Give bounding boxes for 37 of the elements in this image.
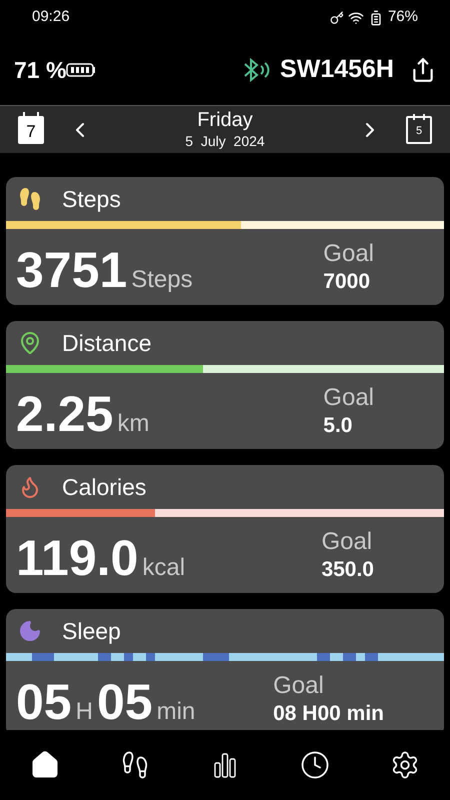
goal-label: Goal xyxy=(321,526,374,557)
goal-value: 7000 xyxy=(323,268,372,295)
today-calendar[interactable]: 5 xyxy=(406,116,432,144)
card-title: Sleep xyxy=(62,616,121,646)
bluetooth-connected-icon xyxy=(242,57,272,83)
day-name: Friday xyxy=(197,108,253,134)
goal-value: 08 H00 min xyxy=(273,700,384,727)
battery-icon xyxy=(66,63,96,77)
metric-unit: km xyxy=(117,412,150,436)
status-battery: 76% xyxy=(388,7,418,28)
watch-battery-level: 71 % xyxy=(14,56,66,85)
metric-value: 119.0 xyxy=(16,533,138,583)
metric-unit: kcal xyxy=(142,556,186,580)
goal-label: Goal xyxy=(323,238,374,269)
goal-label: Goal xyxy=(273,670,325,701)
card-title: Steps xyxy=(62,184,121,214)
goal-label: Goal xyxy=(323,382,374,413)
metric-card[interactable]: Distance 2.25 km Goal 5.0 xyxy=(6,321,444,449)
card-title: Calories xyxy=(62,472,146,502)
metric-unit: Steps xyxy=(131,268,193,292)
metric-card[interactable]: Sleep 05 H 05 min Goal 08 H00 min xyxy=(6,609,444,730)
goal-value: 5.0 xyxy=(323,412,354,439)
metric-unit: H xyxy=(76,700,93,724)
metric-card[interactable]: Steps 3751 Steps Goal 7000 xyxy=(6,177,444,305)
date-text: 5 July 2024 xyxy=(185,133,265,151)
metric-card[interactable]: Calories 119.0 kcal Goal 350.0 xyxy=(6,465,444,593)
card-title: Distance xyxy=(62,328,152,358)
status-time: 09:26 xyxy=(32,7,70,28)
metric-unit: min xyxy=(156,700,196,724)
metric-value: 2.25 xyxy=(16,389,114,439)
goal-value: 350.0 xyxy=(321,556,374,583)
metric-value: 05 xyxy=(16,677,72,727)
wifi-icon xyxy=(348,10,364,26)
metric-value: 05 xyxy=(96,677,153,727)
metric-value: 3751 xyxy=(16,245,128,295)
device-name: SW1456H xyxy=(280,54,394,86)
key-icon xyxy=(330,10,344,24)
